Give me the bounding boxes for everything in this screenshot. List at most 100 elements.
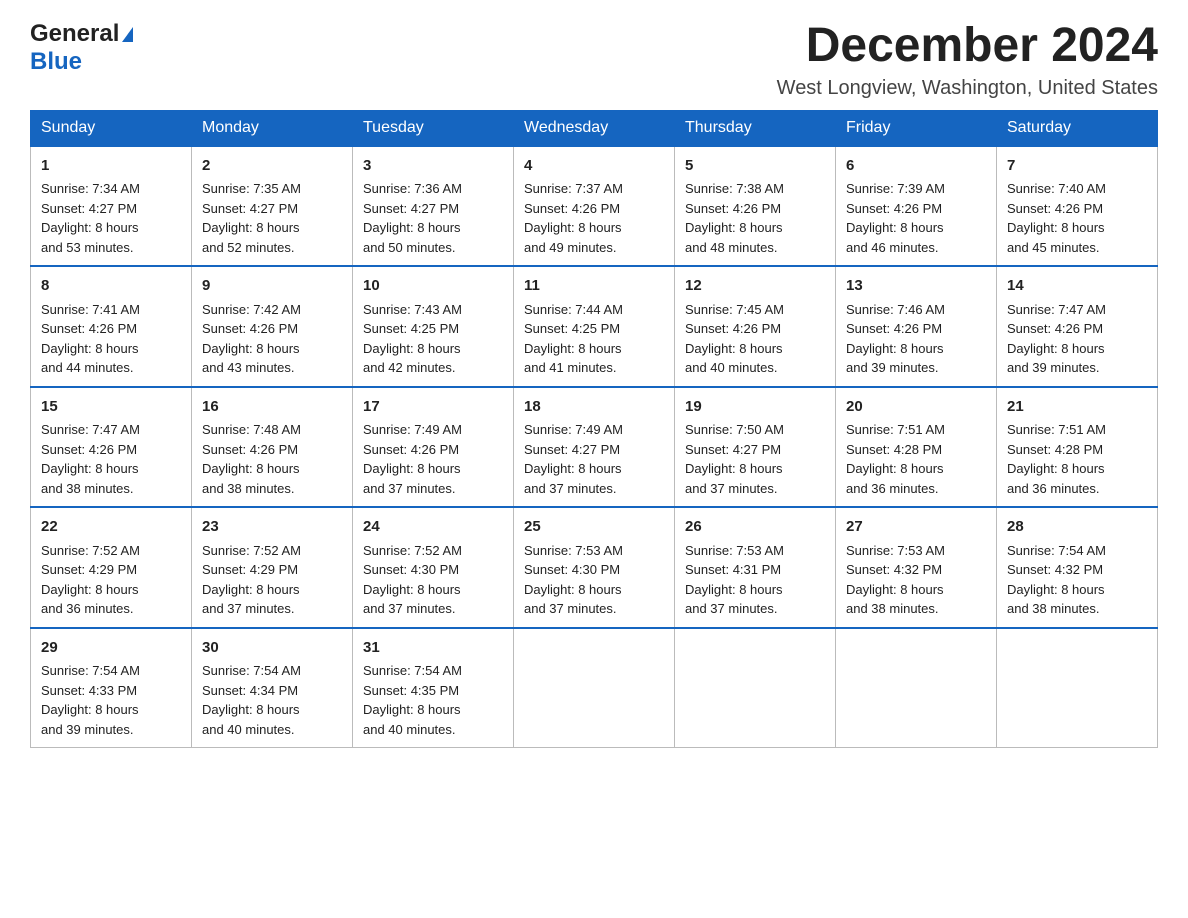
week-row-3: 15 Sunrise: 7:47 AMSunset: 4:26 PMDayligh… — [31, 387, 1158, 508]
day-info: Sunrise: 7:37 AMSunset: 4:26 PMDaylight:… — [524, 181, 623, 255]
calendar-cell: 5 Sunrise: 7:38 AMSunset: 4:26 PMDaylight… — [675, 146, 836, 267]
day-info: Sunrise: 7:54 AMSunset: 4:34 PMDaylight:… — [202, 663, 301, 737]
logo-general: General — [30, 20, 119, 47]
day-info: Sunrise: 7:39 AMSunset: 4:26 PMDaylight:… — [846, 181, 945, 255]
day-number: 30 — [202, 637, 342, 660]
day-number: 24 — [363, 516, 503, 539]
calendar-cell — [997, 628, 1158, 748]
logo-line2: Blue — [30, 48, 82, 76]
day-number: 18 — [524, 396, 664, 419]
day-info: Sunrise: 7:52 AMSunset: 4:29 PMDaylight:… — [41, 543, 140, 617]
day-info: Sunrise: 7:34 AMSunset: 4:27 PMDaylight:… — [41, 181, 140, 255]
calendar-cell: 11Sunrise: 7:44 AMSunset: 4:25 PMDayligh… — [514, 266, 675, 387]
header-friday: Friday — [836, 110, 997, 146]
day-number: 22 — [41, 516, 181, 539]
day-info: Sunrise: 7:40 AMSunset: 4:26 PMDaylight:… — [1007, 181, 1106, 255]
calendar-cell: 23Sunrise: 7:52 AMSunset: 4:29 PMDayligh… — [192, 507, 353, 628]
day-number: 7 — [1007, 155, 1147, 178]
day-info: Sunrise: 7:43 AMSunset: 4:25 PMDaylight:… — [363, 302, 462, 376]
calendar-cell: 4 Sunrise: 7:37 AMSunset: 4:26 PMDaylight… — [514, 146, 675, 267]
day-info: Sunrise: 7:47 AMSunset: 4:26 PMDaylight:… — [1007, 302, 1106, 376]
calendar-cell — [514, 628, 675, 748]
day-info: Sunrise: 7:49 AMSunset: 4:27 PMDaylight:… — [524, 422, 623, 496]
calendar-cell: 6 Sunrise: 7:39 AMSunset: 4:26 PMDaylight… — [836, 146, 997, 267]
day-number: 25 — [524, 516, 664, 539]
calendar-table: SundayMondayTuesdayWednesdayThursdayFrid… — [30, 110, 1158, 749]
header-sunday: Sunday — [31, 110, 192, 146]
calendar-cell: 29Sunrise: 7:54 AMSunset: 4:33 PMDayligh… — [31, 628, 192, 748]
calendar-cell: 28 Sunrise: 7:54 AMSunset: 4:32 PMDayligh… — [997, 507, 1158, 628]
calendar-cell: 17Sunrise: 7:49 AMSunset: 4:26 PMDayligh… — [353, 387, 514, 508]
calendar-cell: 9 Sunrise: 7:42 AMSunset: 4:26 PMDaylight… — [192, 266, 353, 387]
day-number: 17 — [363, 396, 503, 419]
logo-blue: Blue — [30, 48, 82, 75]
day-info: Sunrise: 7:53 AMSunset: 4:32 PMDaylight:… — [846, 543, 945, 617]
calendar-cell — [675, 628, 836, 748]
day-info: Sunrise: 7:51 AMSunset: 4:28 PMDaylight:… — [846, 422, 945, 496]
day-number: 13 — [846, 275, 986, 298]
calendar-header-row: SundayMondayTuesdayWednesdayThursdayFrid… — [31, 110, 1158, 146]
day-info: Sunrise: 7:53 AMSunset: 4:31 PMDaylight:… — [685, 543, 784, 617]
day-info: Sunrise: 7:48 AMSunset: 4:26 PMDaylight:… — [202, 422, 301, 496]
calendar-cell: 31Sunrise: 7:54 AMSunset: 4:35 PMDayligh… — [353, 628, 514, 748]
header-tuesday: Tuesday — [353, 110, 514, 146]
day-number: 9 — [202, 275, 342, 298]
logo: General Blue — [30, 20, 133, 76]
day-number: 11 — [524, 275, 664, 298]
day-number: 23 — [202, 516, 342, 539]
day-info: Sunrise: 7:41 AMSunset: 4:26 PMDaylight:… — [41, 302, 140, 376]
logo-triangle-icon — [122, 27, 133, 42]
day-info: Sunrise: 7:52 AMSunset: 4:30 PMDaylight:… — [363, 543, 462, 617]
day-number: 14 — [1007, 275, 1147, 298]
week-row-5: 29Sunrise: 7:54 AMSunset: 4:33 PMDayligh… — [31, 628, 1158, 748]
calendar-cell: 18 Sunrise: 7:49 AMSunset: 4:27 PMDayligh… — [514, 387, 675, 508]
calendar-cell — [836, 628, 997, 748]
week-row-1: 1 Sunrise: 7:34 AMSunset: 4:27 PMDaylight… — [31, 146, 1158, 267]
day-number: 15 — [41, 396, 181, 419]
day-info: Sunrise: 7:45 AMSunset: 4:26 PMDaylight:… — [685, 302, 784, 376]
logo-line1: General — [30, 20, 133, 48]
day-number: 4 — [524, 155, 664, 178]
day-number: 21 — [1007, 396, 1147, 419]
header-saturday: Saturday — [997, 110, 1158, 146]
day-info: Sunrise: 7:42 AMSunset: 4:26 PMDaylight:… — [202, 302, 301, 376]
calendar-cell: 13Sunrise: 7:46 AMSunset: 4:26 PMDayligh… — [836, 266, 997, 387]
day-number: 8 — [41, 275, 181, 298]
day-info: Sunrise: 7:36 AMSunset: 4:27 PMDaylight:… — [363, 181, 462, 255]
calendar-cell: 20Sunrise: 7:51 AMSunset: 4:28 PMDayligh… — [836, 387, 997, 508]
day-number: 1 — [41, 155, 181, 178]
day-info: Sunrise: 7:53 AMSunset: 4:30 PMDaylight:… — [524, 543, 623, 617]
day-info: Sunrise: 7:54 AMSunset: 4:32 PMDaylight:… — [1007, 543, 1106, 617]
calendar-cell: 24 Sunrise: 7:52 AMSunset: 4:30 PMDayligh… — [353, 507, 514, 628]
day-number: 5 — [685, 155, 825, 178]
calendar-cell: 25 Sunrise: 7:53 AMSunset: 4:30 PMDayligh… — [514, 507, 675, 628]
day-number: 3 — [363, 155, 503, 178]
day-info: Sunrise: 7:38 AMSunset: 4:26 PMDaylight:… — [685, 181, 784, 255]
day-info: Sunrise: 7:35 AMSunset: 4:27 PMDaylight:… — [202, 181, 301, 255]
day-number: 27 — [846, 516, 986, 539]
location-title: West Longview, Washington, United States — [777, 77, 1158, 100]
day-info: Sunrise: 7:47 AMSunset: 4:26 PMDaylight:… — [41, 422, 140, 496]
calendar-cell: 22 Sunrise: 7:52 AMSunset: 4:29 PMDayligh… — [31, 507, 192, 628]
calendar-cell: 30 Sunrise: 7:54 AMSunset: 4:34 PMDayligh… — [192, 628, 353, 748]
day-number: 12 — [685, 275, 825, 298]
calendar-cell: 12 Sunrise: 7:45 AMSunset: 4:26 PMDayligh… — [675, 266, 836, 387]
calendar-cell: 14 Sunrise: 7:47 AMSunset: 4:26 PMDayligh… — [997, 266, 1158, 387]
calendar-cell: 15 Sunrise: 7:47 AMSunset: 4:26 PMDayligh… — [31, 387, 192, 508]
calendar-cell: 26Sunrise: 7:53 AMSunset: 4:31 PMDayligh… — [675, 507, 836, 628]
day-number: 10 — [363, 275, 503, 298]
day-info: Sunrise: 7:54 AMSunset: 4:35 PMDaylight:… — [363, 663, 462, 737]
week-row-4: 22 Sunrise: 7:52 AMSunset: 4:29 PMDayligh… — [31, 507, 1158, 628]
day-number: 28 — [1007, 516, 1147, 539]
page-header: General Blue December 2024 West Longview… — [30, 20, 1158, 100]
day-number: 6 — [846, 155, 986, 178]
day-info: Sunrise: 7:50 AMSunset: 4:27 PMDaylight:… — [685, 422, 784, 496]
day-number: 16 — [202, 396, 342, 419]
day-info: Sunrise: 7:51 AMSunset: 4:28 PMDaylight:… — [1007, 422, 1106, 496]
calendar-cell: 2Sunrise: 7:35 AMSunset: 4:27 PMDaylight… — [192, 146, 353, 267]
calendar-cell: 21 Sunrise: 7:51 AMSunset: 4:28 PMDayligh… — [997, 387, 1158, 508]
calendar-cell: 1 Sunrise: 7:34 AMSunset: 4:27 PMDaylight… — [31, 146, 192, 267]
week-row-2: 8 Sunrise: 7:41 AMSunset: 4:26 PMDaylight… — [31, 266, 1158, 387]
day-info: Sunrise: 7:54 AMSunset: 4:33 PMDaylight:… — [41, 663, 140, 737]
calendar-cell: 10 Sunrise: 7:43 AMSunset: 4:25 PMDayligh… — [353, 266, 514, 387]
